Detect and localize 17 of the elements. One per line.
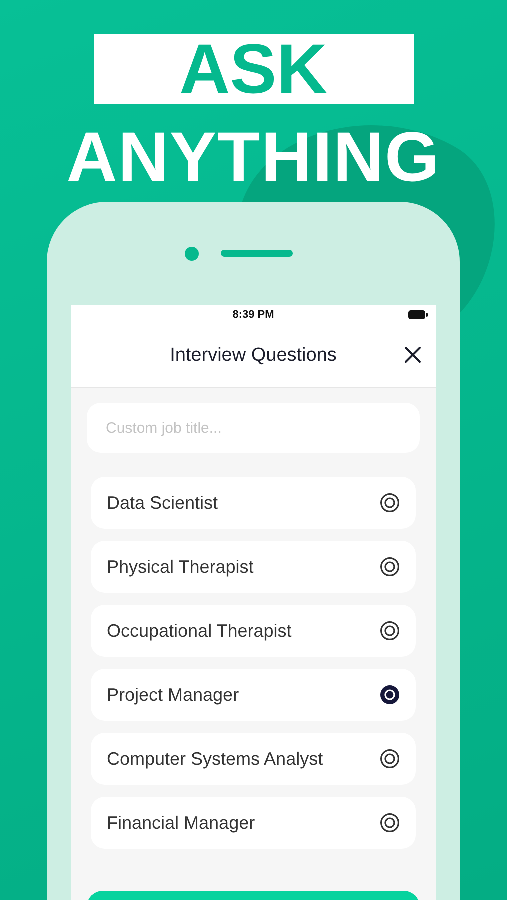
job-option[interactable]: Project Manager (91, 669, 416, 721)
job-option[interactable]: Financial Manager (91, 797, 416, 849)
job-label: Financial Manager (107, 812, 256, 834)
job-option[interactable]: Physical Therapist (91, 541, 416, 593)
job-option[interactable]: Occupational Therapist (91, 605, 416, 657)
job-label: Computer Systems Analyst (107, 748, 324, 770)
status-time: 8:39 PM (232, 309, 274, 321)
job-option[interactable]: Data Scientist (91, 477, 416, 529)
job-label: Data Scientist (107, 492, 218, 514)
job-option[interactable]: Computer Systems Analyst (91, 733, 416, 785)
job-label: Physical Therapist (107, 556, 254, 578)
job-title-field[interactable]: Custom job title... (87, 403, 420, 453)
screen-title: Interview Questions (170, 345, 337, 367)
headline-text: ANYTHING (66, 122, 440, 192)
job-label: Occupational Therapist (107, 620, 292, 642)
job-label: Project Manager (107, 684, 240, 706)
headline-boxed-text: ASK (180, 34, 328, 104)
